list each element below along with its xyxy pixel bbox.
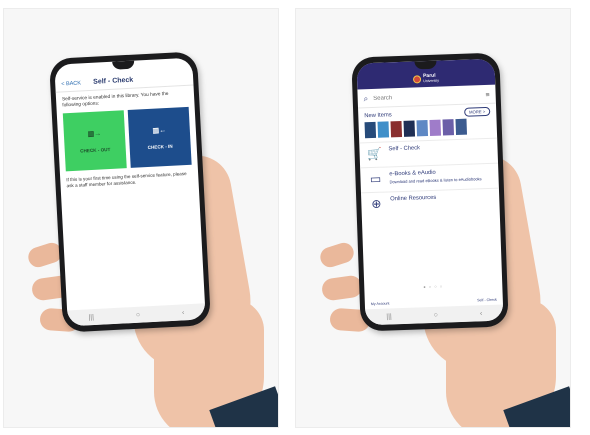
brand-sub: University	[423, 78, 440, 84]
book-cover[interactable]	[390, 120, 403, 138]
back-nav-icon[interactable]: ‹	[182, 309, 185, 316]
book-cover[interactable]	[429, 119, 442, 136]
right-phone: Parul University ⌕ ≡ New Items MORE >	[351, 52, 509, 332]
barcode-icon: ▥→	[87, 129, 102, 138]
home-icon[interactable]: ○	[434, 311, 438, 318]
check-out-label: CHECK - OUT	[80, 146, 111, 154]
self-check-shortcut[interactable]: Self - Check	[477, 298, 497, 303]
menu-item-title: Self - Check	[388, 145, 421, 153]
menu-item-online-resources[interactable]: ⊕ Online Resources	[360, 187, 500, 218]
new-items-title: New Items	[364, 111, 392, 119]
check-out-button[interactable]: ▥→ CHECK - OUT	[62, 110, 127, 172]
hamburger-menu-icon[interactable]: ≡	[485, 91, 489, 98]
left-photo-panel: < BACK Self - Check Self-service is enab…	[3, 8, 279, 428]
self-check-options: ▥→ CHECK - OUT ▥← CHECK - IN	[57, 103, 198, 172]
tablet-icon: ▭	[369, 171, 382, 187]
page-indicator-dots: ● ○ ○ ○	[423, 283, 444, 290]
left-phone: < BACK Self - Check Self-service is enab…	[48, 51, 212, 333]
book-cover[interactable]	[377, 121, 390, 138]
check-in-label: CHECK - IN	[147, 143, 173, 150]
left-phone-screen: < BACK Self - Check Self-service is enab…	[54, 57, 206, 327]
back-nav-icon[interactable]: ‹	[480, 310, 483, 317]
recents-icon[interactable]: |||	[386, 313, 392, 320]
book-cover[interactable]	[442, 119, 455, 136]
book-cover[interactable]	[455, 118, 468, 136]
menu-item-title: Online Resources	[390, 194, 437, 203]
back-button[interactable]: < BACK	[55, 79, 93, 87]
recents-icon[interactable]: |||	[88, 314, 94, 321]
book-cover[interactable]	[403, 120, 416, 137]
system-navbar: ||| ○ ‹	[67, 303, 206, 327]
globe-icon: ⊕	[371, 196, 382, 212]
cart-icon: 🛒	[366, 146, 383, 162]
barcode-icon: ▥←	[152, 126, 167, 135]
screen-title: Self - Check	[93, 76, 134, 86]
book-cover[interactable]	[416, 120, 429, 137]
my-account-link[interactable]: My Account	[371, 301, 390, 306]
search-icon[interactable]: ⌕	[364, 94, 369, 104]
menu-item-subtitle: Download and read eBooks & listen to eAu…	[389, 176, 482, 185]
seal-icon	[413, 75, 422, 84]
home-icon[interactable]: ○	[136, 311, 141, 318]
search-input[interactable]	[373, 93, 454, 102]
university-logo: Parul University	[413, 73, 440, 85]
stage: < BACK Self - Check Self-service is enab…	[0, 0, 590, 435]
system-navbar: ||| ○ ‹	[365, 304, 504, 326]
book-cover[interactable]	[364, 121, 377, 139]
check-in-button[interactable]: ▥← CHECK - IN	[127, 106, 192, 168]
right-photo-panel: Parul University ⌕ ≡ New Items MORE >	[295, 8, 571, 428]
right-phone-screen: Parul University ⌕ ≡ New Items MORE >	[356, 58, 504, 326]
more-button[interactable]: MORE >	[463, 106, 491, 117]
